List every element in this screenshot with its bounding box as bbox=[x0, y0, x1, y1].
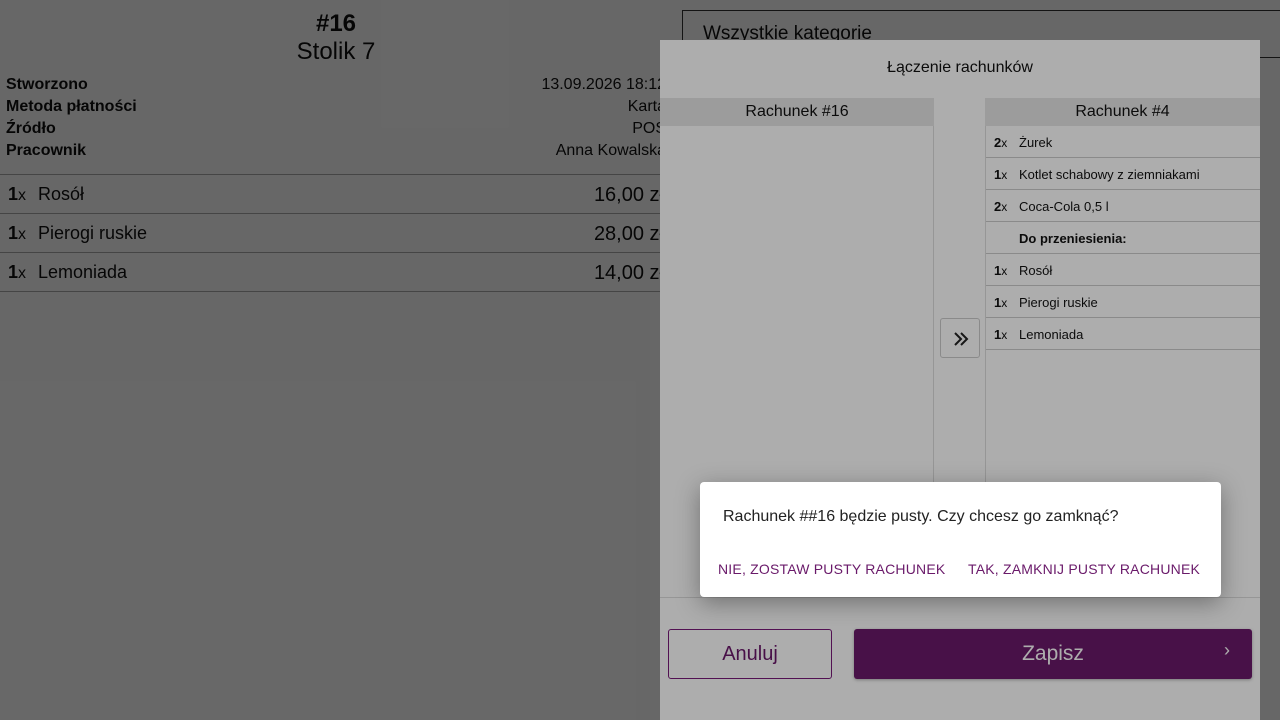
close-empty-bill-button[interactable]: TAK, ZAMKNIJ PUSTY RACHUNEK bbox=[968, 561, 1200, 577]
dialog-backdrop bbox=[0, 0, 1280, 720]
close-empty-bill-dialog: Rachunek ##16 będzie pusty. Czy chcesz g… bbox=[700, 482, 1221, 597]
keep-empty-bill-button[interactable]: NIE, ZOSTAW PUSTY RACHUNEK bbox=[718, 561, 945, 577]
dialog-message: Rachunek ##16 będzie pusty. Czy chcesz g… bbox=[723, 508, 1119, 525]
